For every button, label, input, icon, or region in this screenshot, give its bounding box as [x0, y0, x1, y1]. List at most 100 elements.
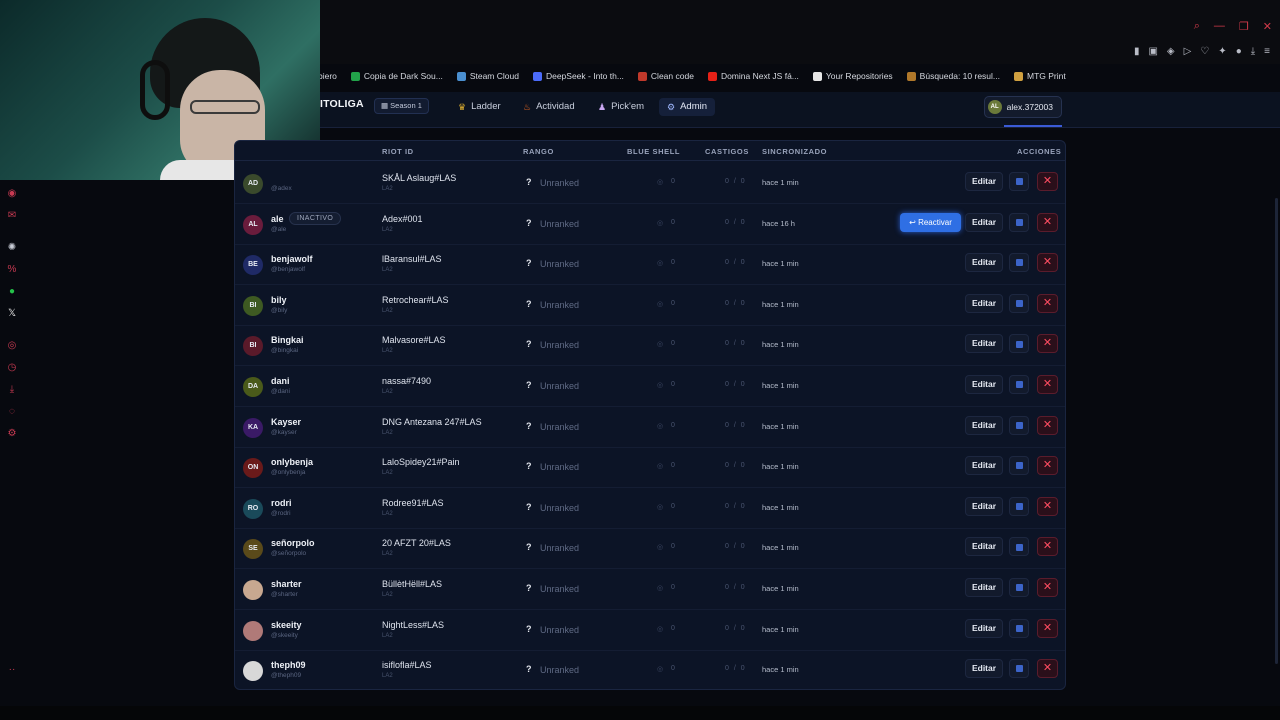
edit-button[interactable]: Editar — [965, 456, 1003, 476]
bookmark-item[interactable]: DeepSeek - Into th... — [532, 68, 624, 84]
bookmark-item[interactable]: Your Repositories — [812, 68, 893, 84]
riot-id: lBaransul#LAS — [382, 254, 442, 265]
settings-icon[interactable]: ⚙ — [6, 428, 18, 440]
whatsapp-icon[interactable]: ● — [6, 286, 18, 298]
edit-button[interactable]: Editar — [965, 496, 1003, 516]
sync-button[interactable] — [1009, 212, 1029, 232]
edit-button[interactable]: Editar — [965, 212, 1003, 232]
avatar — [243, 580, 263, 600]
delete-button[interactable]: ✕ — [1037, 415, 1058, 435]
sync-button[interactable] — [1009, 253, 1029, 273]
blue-shell-count: 0 — [671, 462, 675, 470]
close-icon[interactable]: ✕ — [1263, 20, 1272, 33]
riot-region: LA2 — [382, 429, 393, 436]
restore-icon[interactable]: ❐ — [1239, 20, 1249, 33]
edit-button[interactable]: Editar — [965, 172, 1003, 191]
edit-button[interactable]: Editar — [965, 659, 1003, 679]
sync-button[interactable] — [1009, 375, 1029, 394]
sync-button[interactable] — [1009, 618, 1029, 638]
avatar: KA — [243, 417, 263, 438]
delete-button[interactable]: ✕ — [1037, 496, 1058, 516]
bookmark-item[interactable]: Clean code — [637, 68, 694, 84]
delete-button[interactable]: ✕ — [1037, 618, 1058, 638]
page-scrollbar[interactable] — [1275, 198, 1278, 664]
sync-button[interactable] — [1009, 537, 1029, 557]
nav-actividad[interactable]: ♨ Actividad — [523, 98, 575, 116]
edit-button[interactable]: Editar — [965, 375, 1003, 394]
sync-button[interactable] — [1009, 578, 1029, 597]
sidebar-more-icon[interactable]: ·· — [6, 664, 18, 676]
play-icon[interactable]: ▷ — [1184, 46, 1192, 57]
user-name: Bingkai — [271, 335, 304, 346]
sync-button[interactable] — [1009, 496, 1029, 516]
rank-label: Unranked — [540, 584, 580, 594]
history-icon[interactable]: ◷ — [6, 362, 18, 374]
app-logo[interactable]: ITOLIGA — [320, 98, 364, 110]
extensions-icon[interactable]: ✦ — [1218, 46, 1226, 57]
sidebar-chatgpt-icon[interactable]: ✺ — [6, 242, 18, 254]
season-badge[interactable]: ▦ Season 1 — [374, 98, 429, 114]
bookmark-item[interactable]: MTG Print — [1014, 68, 1066, 84]
pocket-icon[interactable]: ◈ — [1167, 46, 1175, 57]
sync-button[interactable] — [1009, 456, 1029, 476]
user-menu[interactable]: AL alex.372003 — [983, 96, 1062, 118]
sync-icon — [1015, 421, 1023, 429]
sidebar-mail-icon[interactable]: ✉ — [6, 210, 18, 222]
delete-button[interactable]: ✕ — [1037, 456, 1058, 476]
downloads-icon[interactable]: ⤓ — [6, 384, 18, 396]
edit-button[interactable]: Editar — [965, 253, 1003, 273]
delete-button[interactable]: ✕ — [1037, 253, 1058, 273]
riot-region: LA2 — [382, 470, 393, 477]
menu-icon[interactable]: ≡ — [1264, 46, 1270, 57]
table-row: BI Bingkai @bingkai Malvasore#LAS LA2? Unrank… — [235, 325, 1065, 367]
sidebar-circle-icon[interactable]: ◎ — [6, 340, 18, 352]
sidebar-percent-icon[interactable]: % — [6, 264, 18, 276]
sidebar-chat-icon[interactable]: ◌ — [6, 406, 18, 418]
heart-icon[interactable]: ♡ — [1200, 46, 1209, 57]
edit-button[interactable]: Editar — [965, 334, 1003, 354]
riot-region: LA2 — [382, 632, 393, 639]
edit-button[interactable]: Editar — [965, 537, 1003, 557]
delete-button[interactable]: ✕ — [1037, 293, 1058, 313]
rank-unknown-icon: ? — [526, 623, 532, 634]
bookmark-item[interactable]: Búsqueda: 10 resul... — [906, 68, 1000, 84]
delete-button[interactable]: ✕ — [1037, 212, 1058, 232]
delete-button[interactable]: ✕ — [1037, 537, 1058, 557]
rank-unknown-icon: ? — [526, 217, 532, 228]
profile-icon[interactable]: ● — [1236, 46, 1242, 57]
delete-button[interactable]: ✕ — [1037, 375, 1058, 394]
delete-button[interactable]: ✕ — [1037, 334, 1058, 354]
download-icon[interactable]: ⤓ — [1251, 46, 1255, 57]
blue-shell-icon: ◎ — [657, 219, 664, 227]
minimize-icon[interactable]: — — [1214, 20, 1225, 33]
sync-button[interactable] — [1009, 659, 1029, 679]
reactivate-button[interactable]: ↩ Reactivar — [900, 212, 961, 232]
bookmark-item[interactable]: Copia de Dark Sou... — [350, 68, 443, 84]
sync-button[interactable] — [1009, 293, 1029, 313]
x-icon[interactable]: 𝕏 — [6, 308, 18, 320]
delete-button[interactable]: ✕ — [1037, 172, 1058, 191]
bookmark-item[interactable]: biero — [318, 68, 337, 84]
delete-button[interactable]: ✕ — [1037, 659, 1058, 679]
sync-button[interactable] — [1009, 334, 1029, 354]
bookmark-item[interactable]: Steam Cloud — [456, 68, 519, 84]
col-blue-shell: BLUE SHELL — [627, 147, 681, 156]
bookmark-item[interactable]: Domina Next JS fá... — [707, 68, 799, 84]
sync-button[interactable] — [1009, 172, 1029, 191]
sidebar-app-icon[interactable]: ◉ — [6, 188, 18, 200]
nav-ladder[interactable]: ♛ Ladder — [458, 98, 501, 116]
delete-button[interactable]: ✕ — [1037, 578, 1058, 597]
nav-pickem[interactable]: ♟ Pick'em — [598, 98, 644, 116]
rank-unknown-icon: ? — [526, 380, 532, 390]
bookmark-icon[interactable]: ▮ — [1134, 46, 1140, 57]
edit-button[interactable]: Editar — [965, 578, 1003, 597]
rank-label: Unranked — [540, 421, 580, 432]
sync-button[interactable] — [1009, 415, 1029, 435]
nav-admin[interactable]: ⚙ Admin — [659, 98, 716, 116]
search-icon[interactable]: ⌕ — [1194, 20, 1200, 33]
table-row: RO rodri @rodri Rodree91#LAS LA2? Unranked ◎ 0 0… — [235, 488, 1065, 529]
screenshot-icon[interactable]: ▣ — [1148, 46, 1157, 57]
edit-button[interactable]: Editar — [965, 415, 1003, 435]
edit-button[interactable]: Editar — [965, 618, 1003, 638]
edit-button[interactable]: Editar — [965, 293, 1003, 313]
